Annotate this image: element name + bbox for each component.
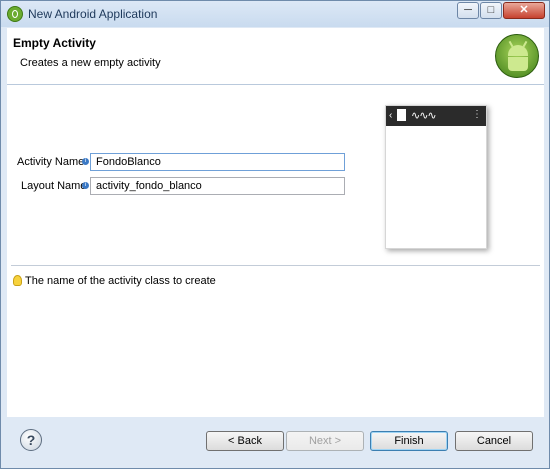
hint-text: The name of the activity class to create [25,275,216,287]
wizard-window: New Android Application ─ □ ✕ Empty Acti… [0,0,550,469]
wizard-content: Activity Name i FondoBlanco Layout Name … [7,85,544,417]
next-button: Next > [286,431,364,451]
page-title: Empty Activity [13,36,96,50]
android-body [508,57,528,71]
page-description: Creates a new empty activity [20,57,161,69]
lightbulb-icon [13,275,22,286]
activity-preview-phone: ‹ ∿∿∿ ⋮ [385,105,487,249]
activity-name-label: Activity Name [17,156,85,168]
back-button[interactable]: < Back [206,431,284,451]
preview-action-bar: ‹ ∿∿∿ ⋮ [386,106,486,126]
title-bar: New Android Application ─ □ ✕ [1,1,549,27]
eclipse-app-icon [7,6,23,22]
wizard-header: Empty Activity Creates a new empty activ… [7,28,544,85]
title-squiggle-icon: ∿∿∿ [411,110,437,122]
maximize-button[interactable]: □ [480,2,502,19]
layout-name-input[interactable]: activity_fondo_blanco [90,177,345,195]
content-divider [11,265,540,266]
window-title: New Android Application [28,7,158,21]
android-head [508,45,528,56]
activity-name-info-icon: i [82,158,89,165]
layout-name-label: Layout Name [21,180,87,192]
document-icon [397,109,406,121]
activity-name-input[interactable]: FondoBlanco [90,153,345,171]
help-icon[interactable]: ? [20,429,42,451]
back-arrow-icon: ‹ [389,110,393,121]
cancel-button[interactable]: Cancel [455,431,533,451]
layout-name-info-icon: i [82,182,89,189]
finish-button[interactable]: Finish [370,431,448,451]
wizard-footer: ? < Back Next > Finish Cancel [1,418,549,468]
close-button[interactable]: ✕ [503,2,545,19]
overflow-menu-icon: ⋮ [472,109,482,120]
minimize-button[interactable]: ─ [457,2,479,19]
android-logo-icon [495,34,539,78]
